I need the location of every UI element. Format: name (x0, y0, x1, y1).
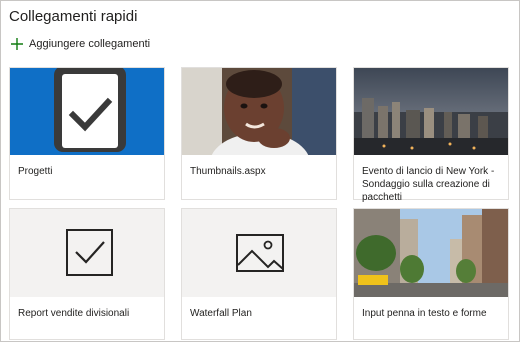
add-links-button[interactable]: Aggiungere collegamenti (11, 36, 150, 52)
child-photo (182, 68, 336, 155)
checkbox-icon (10, 209, 164, 297)
quick-link-card[interactable]: Progetti (9, 67, 165, 200)
card-label: Input penna in testo e forme (362, 308, 487, 319)
card-label: Evento di lancio di New York - Sondaggio… (362, 166, 495, 203)
card-label: Report vendite divisionali (18, 308, 130, 319)
quick-links-webpart: Collegamenti rapidi Aggiungere collegame… (0, 0, 520, 342)
city-skyline-photo (354, 68, 508, 155)
plus-icon (11, 38, 23, 50)
quick-link-card[interactable]: Thumbnails.aspx (181, 67, 337, 200)
quick-link-card[interactable]: Waterfall Plan (181, 208, 337, 340)
add-links-label: Aggiungere collegamenti (29, 38, 151, 50)
card-label: Waterfall Plan (190, 308, 252, 319)
quick-link-card[interactable]: Input penna in testo e forme (353, 208, 509, 340)
card-label: Thumbnails.aspx (190, 166, 266, 177)
card-label: Progetti (18, 166, 53, 177)
webpart-title: Collegamenti rapidi (9, 8, 138, 25)
image-icon (182, 209, 336, 297)
quick-link-card[interactable]: Evento di lancio di New York - Sondaggio… (353, 67, 509, 203)
clipboard-check-icon (10, 68, 164, 155)
city-street-photo (354, 209, 508, 297)
quick-link-card[interactable]: Report vendite divisionali (9, 208, 165, 340)
